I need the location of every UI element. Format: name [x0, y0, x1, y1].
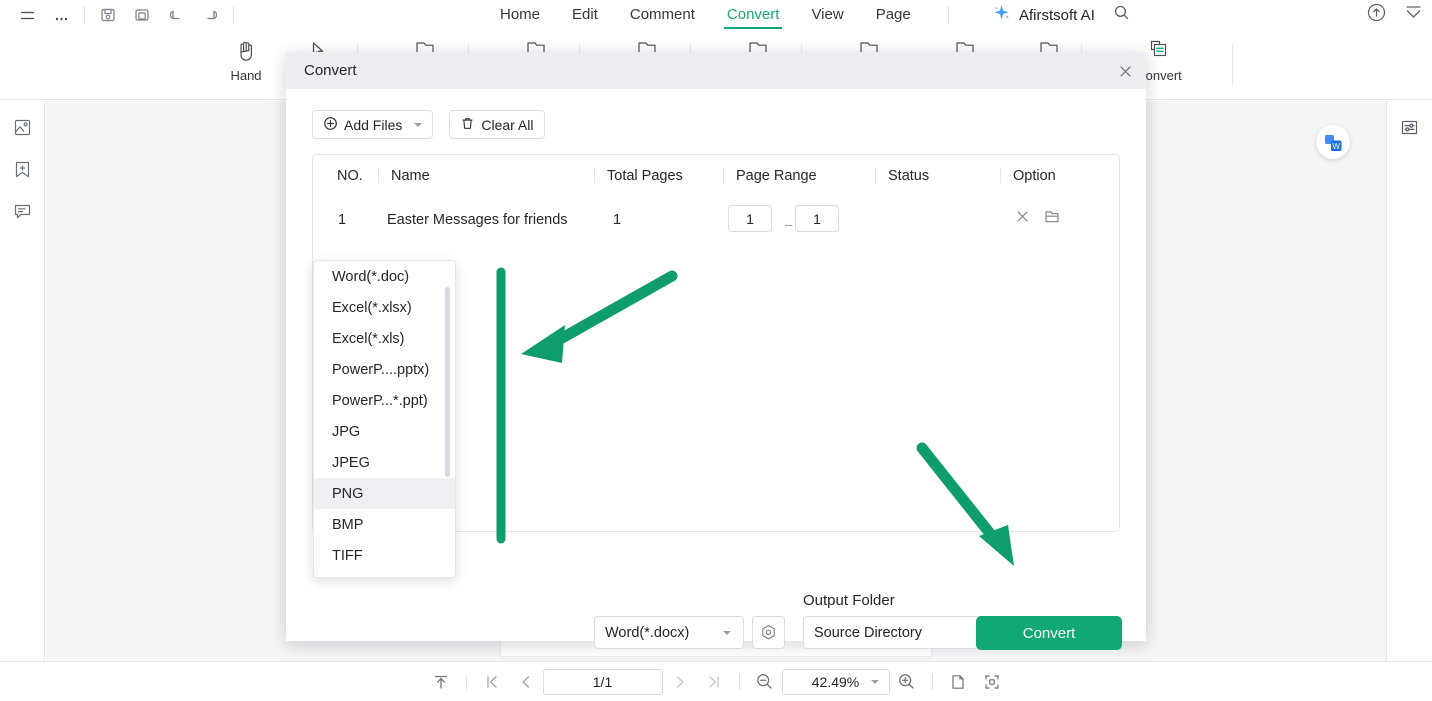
ribbon-tool-hand-label: Hand: [230, 68, 262, 83]
column-header-status: Status: [888, 168, 930, 184]
zoom-level-select[interactable]: 42.49%: [781, 668, 890, 695]
quick-access-toolbar: [0, 2, 240, 28]
previous-page-icon[interactable]: [509, 668, 543, 696]
convert-dialog-title: Convert: [304, 62, 357, 79]
ribbon-tool-hand[interactable]: Hand: [215, 36, 277, 94]
topbar-right-actions: [1366, 0, 1424, 30]
menu-item-comment[interactable]: Comment: [630, 0, 695, 30]
output-folder-value: Source Directory: [814, 624, 922, 641]
convert-dialog-toolbar: Add Files Clear All: [312, 110, 545, 139]
collapse-ribbon-icon[interactable]: [1403, 2, 1424, 28]
comments-panel-icon[interactable]: [9, 198, 35, 224]
search-icon[interactable]: [1113, 4, 1130, 26]
row-total-pages: 1: [613, 212, 622, 228]
word-export-fab-icon[interactable]: W: [1316, 125, 1350, 159]
row-file-name: Easter Messages for friends: [387, 212, 568, 228]
output-format-dropdown[interactable]: Word(*.doc) Excel(*.xlsx) Excel(*.xls) P…: [313, 260, 456, 578]
toolbar-divider-2: [233, 6, 234, 24]
page-number-input[interactable]: 1/1: [542, 668, 663, 695]
single-page-view-icon[interactable]: [941, 668, 975, 696]
main-menu: Home Edit Comment Convert View Page: [500, 0, 911, 30]
menu-item-home[interactable]: Home: [500, 0, 540, 30]
ai-assistant-group[interactable]: Afirstsoft AI: [992, 0, 1130, 30]
chevron-down-icon[interactable]: [870, 679, 879, 684]
column-header-name: Name: [391, 168, 430, 184]
trash-icon: [460, 116, 475, 134]
undo-icon[interactable]: [159, 2, 193, 28]
add-files-label: Add Files: [344, 116, 403, 133]
output-folder-label: Output Folder: [803, 592, 895, 609]
menu-item-convert[interactable]: Convert: [723, 0, 782, 30]
save-icon[interactable]: [91, 2, 125, 28]
convert-icon: [1146, 36, 1172, 64]
dropdown-option-jpeg[interactable]: JPEG: [314, 447, 455, 478]
output-format-select[interactable]: Word(*.docx): [594, 616, 744, 649]
conversion-settings-icon[interactable]: [752, 616, 785, 649]
left-sidebar: [0, 101, 45, 661]
column-header-page-range: Page Range: [736, 168, 817, 184]
ai-sparkle-icon: [992, 3, 1011, 27]
application-window: Home Edit Comment Convert View Page Afir…: [0, 0, 1432, 701]
dropdown-option-word-doc[interactable]: Word(*.doc): [314, 261, 455, 292]
menu-item-view[interactable]: View: [811, 0, 843, 30]
page-range-to-input[interactable]: 1: [795, 205, 839, 232]
dropdown-option-excel-xlsx[interactable]: Excel(*.xlsx): [314, 292, 455, 323]
cloud-upload-icon[interactable]: [1366, 2, 1387, 28]
thumbnails-panel-icon[interactable]: [9, 114, 35, 140]
clear-all-label: Clear All: [481, 116, 534, 133]
first-page-icon[interactable]: [475, 668, 509, 696]
svg-text:W: W: [1332, 141, 1340, 150]
dropdown-option-excel-xls[interactable]: Excel(*.xls): [314, 323, 455, 354]
close-icon[interactable]: [1114, 60, 1136, 82]
menu-item-page[interactable]: Page: [876, 0, 911, 30]
dropdown-option-powerpoint-pptx[interactable]: PowerP....pptx): [314, 354, 455, 385]
output-format-value: Word(*.docx): [605, 624, 690, 641]
column-header-option: Option: [1013, 168, 1056, 184]
bookmarks-panel-icon[interactable]: [9, 156, 35, 182]
dropdown-option-png[interactable]: PNG: [314, 478, 455, 509]
more-options-icon[interactable]: [44, 2, 78, 28]
last-page-icon[interactable]: [697, 668, 731, 696]
dropdown-scrollbar[interactable]: [445, 287, 450, 477]
dropdown-option-tiff[interactable]: TIFF: [314, 540, 455, 571]
open-folder-icon[interactable]: [1044, 209, 1060, 224]
fit-page-icon[interactable]: [975, 668, 1009, 696]
dropdown-option-jpg[interactable]: JPG: [314, 416, 455, 447]
output-folder-select[interactable]: Source Directory: [803, 616, 1005, 649]
dropdown-option-powerpoint-ppt[interactable]: PowerP...*.ppt): [314, 385, 455, 416]
properties-panel-icon[interactable]: [1397, 114, 1423, 140]
add-files-button[interactable]: Add Files: [312, 110, 434, 139]
dropdown-option-bmp[interactable]: BMP: [314, 509, 455, 540]
ai-assistant-label: Afirstsoft AI: [1019, 6, 1095, 24]
zoom-out-icon[interactable]: [748, 668, 782, 696]
column-header-no: NO.: [337, 168, 363, 184]
toolbar-divider: [84, 6, 85, 24]
convert-button[interactable]: Convert: [976, 616, 1122, 650]
page-range-dash: –: [785, 217, 793, 232]
right-sidebar: [1386, 101, 1432, 661]
hand-tool-icon: [235, 36, 257, 64]
clear-all-button[interactable]: Clear All: [449, 110, 545, 139]
zoom-level-value: 42.49%: [811, 673, 860, 690]
remove-file-icon[interactable]: [1015, 209, 1030, 224]
zoom-in-icon[interactable]: [890, 668, 924, 696]
next-page-icon[interactable]: [663, 668, 697, 696]
plus-circle-icon: [323, 116, 338, 134]
status-bar: 1/1 42.49%: [0, 661, 1432, 701]
top-menu-bar: Home Edit Comment Convert View Page Afir…: [0, 0, 1432, 30]
page-range-from-input[interactable]: 1: [728, 205, 772, 232]
chevron-down-icon[interactable]: [723, 630, 731, 635]
hamburger-menu-icon[interactable]: [10, 2, 44, 28]
menu-item-edit[interactable]: Edit: [572, 0, 598, 30]
chevron-down-icon[interactable]: [414, 122, 423, 127]
menu-divider: [948, 6, 949, 24]
scroll-to-top-icon[interactable]: [424, 668, 458, 696]
convert-dialog-titlebar: Convert: [286, 52, 1146, 89]
file-table-header: NO. Name Total Pages Page Range Status O…: [313, 155, 1119, 197]
redo-icon[interactable]: [193, 2, 227, 28]
row-no: 1: [338, 212, 347, 228]
table-row[interactable]: 1 Easter Messages for friends 1 1 – 1: [313, 197, 1119, 252]
print-icon[interactable]: [125, 2, 159, 28]
column-header-total-pages: Total Pages: [607, 168, 683, 184]
